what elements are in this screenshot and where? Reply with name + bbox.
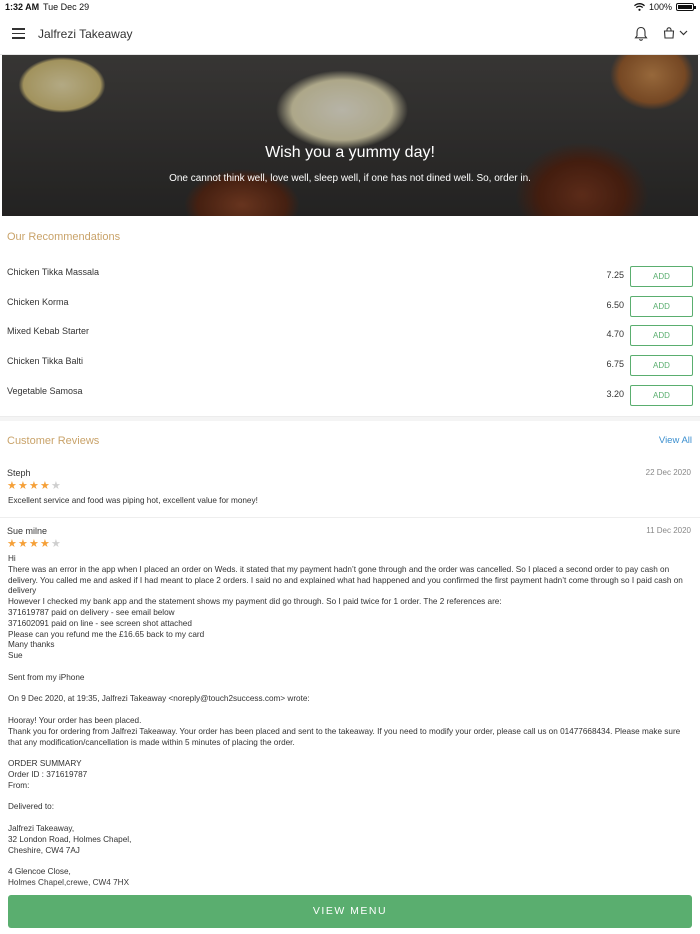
hero-title: Wish you a yummy day!	[265, 144, 435, 161]
wifi-icon	[634, 3, 645, 11]
star-filled-icon: ★	[40, 480, 50, 492]
star-filled-icon: ★	[7, 538, 17, 550]
add-button[interactable]: ADD	[630, 384, 693, 406]
star-rating: ★ ★ ★ ★ ★	[7, 538, 61, 550]
hero-banner: Wish you a yummy day! One cannot think w…	[2, 55, 698, 216]
section-divider	[0, 416, 700, 421]
star-empty-icon: ★	[51, 480, 61, 492]
reviewer-name: Steph	[7, 468, 31, 478]
review-line: Many thanks	[8, 640, 55, 650]
review-line	[8, 792, 694, 803]
reviews-title: Customer Reviews	[7, 435, 100, 447]
review-line: 371619787 paid on delivery - see email b…	[8, 607, 175, 617]
review-line: Hooray! Your order has been placed.	[8, 715, 142, 725]
star-filled-icon: ★	[7, 480, 17, 492]
review-line: However I checked my bank app and the st…	[8, 597, 502, 607]
review-line: Sue	[8, 651, 23, 661]
star-filled-icon: ★	[29, 538, 39, 550]
star-empty-icon: ★	[51, 538, 61, 550]
review-separator	[0, 517, 700, 518]
review-line: Please can you refund me the £16.65 back…	[8, 629, 205, 639]
add-button[interactable]: ADD	[630, 355, 693, 377]
menu-icon[interactable]	[12, 28, 25, 39]
view-all-link[interactable]: View All	[659, 435, 692, 446]
hero-subtitle: One cannot think well, love well, sleep …	[169, 173, 531, 184]
review-line	[8, 662, 694, 673]
reviewer-name: Sue milne	[7, 526, 48, 536]
review-line: On 9 Dec 2020, at 19:35, Jalfrezi Takeaw…	[8, 694, 310, 704]
status-date: Tue Dec 29	[43, 2, 90, 12]
review-date: 22 Dec 2020	[645, 468, 691, 477]
recommendation-item: Chicken Tikka Balti 6.75 ADD	[0, 351, 700, 381]
review-date: 11 Dec 2020	[646, 526, 691, 535]
star-filled-icon: ★	[18, 538, 28, 550]
review-line	[8, 856, 694, 867]
review-line: 4 Glencoe Close,	[8, 867, 71, 877]
review-text: Excellent service and food was piping ho…	[8, 496, 694, 507]
review-card: Sue milne 11 Dec 2020 ★ ★ ★ ★ ★ Hi There…	[0, 526, 700, 896]
review-line	[8, 748, 694, 759]
item-price: 6.75	[606, 359, 624, 370]
item-name: Chicken Tikka Massala	[7, 267, 100, 277]
item-name: Mixed Kebab Starter	[7, 326, 90, 337]
cart-button[interactable]	[663, 27, 688, 39]
review-line	[8, 813, 694, 824]
recommendation-item: Mixed Kebab Starter 4.70 ADD	[0, 321, 700, 351]
item-price: 3.20	[606, 388, 624, 399]
star-rating: ★ ★ ★ ★ ★	[7, 480, 61, 492]
review-card: Steph 22 Dec 2020 ★ ★ ★ ★ ★ Excellent se…	[0, 468, 700, 513]
review-line: Jalfrezi Takeaway,	[8, 823, 75, 833]
status-right: 100%	[634, 2, 696, 12]
recommendation-item: Chicken Korma 6.50 ADD	[0, 292, 700, 322]
item-price: 6.50	[606, 299, 624, 310]
review-line: From:	[8, 780, 30, 790]
recommendations-title: Our Recommendations	[7, 231, 121, 243]
review-line: 32 London Road, Holmes Chapel,	[8, 834, 132, 844]
add-button[interactable]: ADD	[630, 295, 693, 317]
status-bar: 1:32 AM Tue Dec 29 100%	[0, 0, 700, 14]
nav-bar: Jalfrezi Takeaway	[0, 14, 700, 55]
shopping-bag-icon	[663, 27, 675, 39]
nav-title: Jalfrezi Takeaway	[38, 27, 133, 41]
review-line: Excellent service and food was piping ho…	[8, 496, 258, 505]
add-button[interactable]: ADD	[630, 266, 693, 287]
review-line	[8, 684, 694, 695]
review-line: There was an error in the app when I pla…	[8, 564, 683, 596]
review-line: Delivered to:	[8, 802, 54, 812]
item-name: Vegetable Samosa	[7, 385, 83, 396]
review-line: 371602091 paid on line - see screen shot…	[8, 618, 192, 628]
review-text: Hi There was an error in the app when I …	[8, 554, 694, 889]
battery-icon	[676, 3, 696, 11]
view-menu-button[interactable]: VIEW MENU	[8, 895, 692, 928]
item-name: Chicken Korma	[7, 296, 69, 307]
review-line: Sent from my iPhone	[8, 672, 85, 682]
review-line: Order ID : 371619787	[8, 769, 88, 779]
recommendation-item: Chicken Tikka Massala 7.25 ADD	[0, 262, 700, 292]
item-name: Chicken Tikka Balti	[7, 356, 84, 367]
item-price: 7.25	[606, 270, 624, 280]
bell-icon[interactable]	[634, 26, 648, 42]
add-button[interactable]: ADD	[630, 325, 693, 347]
status-time: 1:32 AM	[5, 2, 40, 12]
recommendations-list: Chicken Tikka Massala 7.25 ADD Chicken K…	[0, 262, 700, 410]
review-line: Cheshire, CW4 7AJ	[8, 845, 80, 855]
star-filled-icon: ★	[29, 480, 39, 492]
review-line: Thank you for ordering from Jalfrezi Tak…	[8, 726, 681, 747]
recommendation-item: Vegetable Samosa 3.20 ADD	[0, 381, 700, 411]
star-filled-icon: ★	[40, 538, 50, 550]
battery-percent: 100%	[648, 2, 672, 12]
review-line	[8, 705, 694, 716]
star-filled-icon: ★	[18, 480, 28, 492]
review-line: Hi	[8, 554, 16, 563]
chevron-down-icon	[679, 30, 688, 36]
item-price: 4.70	[606, 329, 624, 340]
review-line: Holmes Chapel,crewe, CW4 7HX	[8, 877, 130, 887]
review-line: ORDER SUMMARY	[8, 759, 82, 769]
